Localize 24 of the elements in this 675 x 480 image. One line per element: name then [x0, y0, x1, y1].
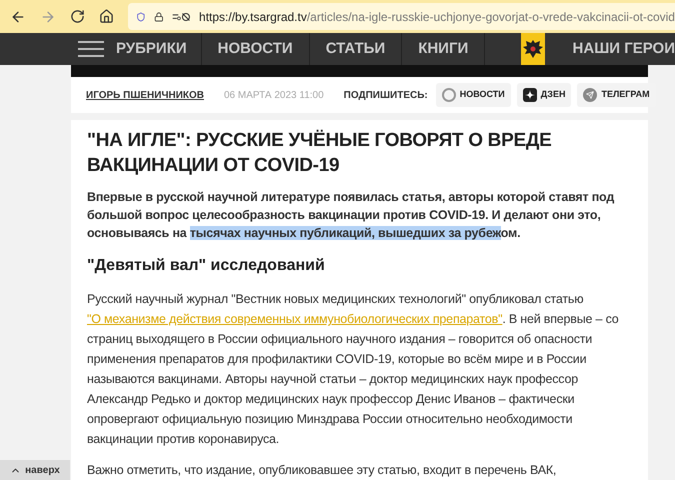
shield-icon: [136, 10, 146, 24]
reload-icon[interactable]: [70, 9, 85, 24]
home-icon[interactable]: [99, 9, 114, 24]
news-icon: [442, 88, 456, 102]
back-to-top-button[interactable]: наверх: [0, 460, 70, 480]
author-link[interactable]: ИГОРЬ ПШЕНИЧНИКОВ: [86, 88, 204, 102]
section-heading: "Девятый вал" исследований: [87, 256, 326, 276]
subscribe-button[interactable]: ДЗЕН: [516, 83, 572, 107]
body-paragraph: Важно отметить, что издание, опубликовавшее эту статью, входит в перечень ВАК,: [87, 462, 558, 479]
nav-link[interactable]: НАШИ ГЕРОИ: [572, 33, 675, 65]
back-icon[interactable]: [10, 8, 26, 24]
nav-link[interactable]: РУБРИКИ: [116, 38, 187, 60]
article-lead: Впервые в русской научной литературе появилась статья, авторы которой ставят под большой вопрос целесообразность вакцинации против COVID-19. И делают они это, основываясь на тысячах научных публикаций, вышедших за рубежом.: [87, 189, 616, 242]
article-title: "НА ИГЛЕ": РУССКИЕ УЧЁНЫЕ ГОВОРЯТ О ВРЕДЕ ВАКЦИНАЦИИ ОТ COVID-19: [87, 128, 552, 178]
address-bar[interactable]: https://by.tsargrad.tv/articles/na-igle-russkie-uchjonye-govorjat-o-vrede-vakcinacii-ot-covid: [128, 3, 675, 30]
menu-icon[interactable]: [78, 41, 104, 57]
paper-plane-icon: [583, 88, 598, 102]
subscribe-label: ПОДПИШИТЕСЬ:: [344, 88, 428, 102]
url-text: https://by.tsargrad.tv/articles/na-igle-russkie-uchjonye-govorjat-o-vrede-vakcinacii-ot-covid: [199, 8, 675, 26]
subscribe-button[interactable]: НОВОСТИ: [436, 83, 511, 107]
body-paragraph: Русский научный журнал "Вестник новых медицинских технологий" опубликовал статью "О механизме действия современных иммунобиологических препаратов". В ней впервые – со страниц выходящего в России официального научного издания – говорится об опасности применения препаратов для профилактики COVID-19, которые во всём мире и в России называются вакцинами. Авторы научной статьи – доктор медицинских наук профессор Александр Редько и доктор медицинских наук профессор Денис Иванов – фактически опровергают официальную позицию Минздрава России относительно необходимости вакцинации против коронавируса.: [87, 291, 620, 448]
lock-icon: [154, 10, 164, 24]
publish-date: 06 МАРТА 2023 11:00: [224, 88, 324, 102]
star-icon: [522, 88, 537, 102]
